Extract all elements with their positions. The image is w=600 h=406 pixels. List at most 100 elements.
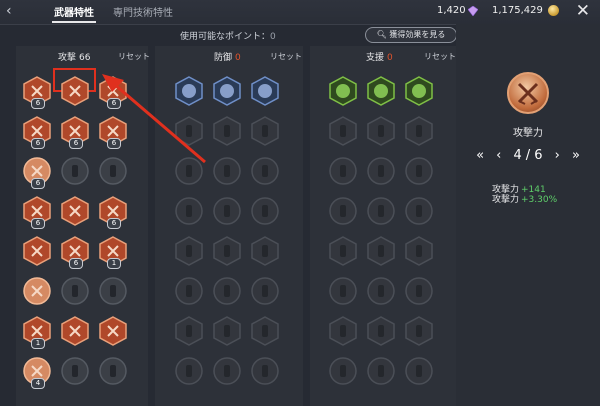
attack-trait-node[interactable]: [22, 276, 52, 306]
attack-trait-node[interactable]: 6: [98, 196, 128, 229]
defense-header-label: 防御: [214, 53, 233, 63]
attack-trait-node[interactable]: [60, 196, 90, 226]
attack-trait-node[interactable]: [98, 156, 128, 186]
attack-trait-node[interactable]: 6: [22, 196, 52, 229]
defense-trait-node-active[interactable]: [212, 76, 242, 106]
support-trait-node-active[interactable]: [404, 76, 434, 106]
attack-trait-node[interactable]: 6: [22, 156, 52, 189]
defense-trait-node-locked[interactable]: [212, 156, 242, 186]
support-trait-node-locked[interactable]: [366, 316, 396, 346]
support-trait-node-locked[interactable]: [366, 116, 396, 146]
page-separator: /: [525, 148, 531, 163]
attack-trait-node[interactable]: [60, 356, 90, 386]
support-points-value: 0: [387, 53, 393, 63]
support-trait-node-locked[interactable]: [328, 196, 358, 226]
support-trait-node-locked[interactable]: [328, 356, 358, 386]
support-trait-node-locked[interactable]: [366, 236, 396, 266]
defense-trait-node-locked[interactable]: [174, 236, 204, 266]
node-level-badge: 6: [69, 258, 83, 269]
coin-count: 1,175,429: [492, 5, 543, 16]
attack-trait-node[interactable]: [60, 316, 90, 346]
defense-trait-node-locked[interactable]: [250, 276, 280, 306]
back-chevron-icon[interactable]: ‹: [6, 3, 22, 19]
page-current: 4: [513, 148, 522, 163]
support-trait-node-locked[interactable]: [328, 156, 358, 186]
attack-trait-node[interactable]: [22, 236, 52, 266]
support-trait-node-locked[interactable]: [366, 276, 396, 306]
attack-trait-node[interactable]: [60, 276, 90, 306]
attack-trait-node[interactable]: 6: [22, 76, 52, 109]
defense-trait-node-locked[interactable]: [174, 276, 204, 306]
support-trait-node-locked[interactable]: [366, 196, 396, 226]
defense-trait-node-locked[interactable]: [212, 116, 242, 146]
defense-trait-node-locked[interactable]: [250, 356, 280, 386]
defense-trait-node-locked[interactable]: [174, 156, 204, 186]
attack-trait-node[interactable]: 6: [98, 76, 128, 109]
defense-trait-node-locked[interactable]: [212, 276, 242, 306]
support-trait-node-locked[interactable]: [366, 156, 396, 186]
defense-trait-node-locked[interactable]: [250, 156, 280, 186]
defense-trait-node-locked[interactable]: [212, 196, 242, 226]
support-trait-node-locked[interactable]: [404, 316, 434, 346]
support-trait-node-locked[interactable]: [404, 116, 434, 146]
defense-reset-button[interactable]: リセット: [270, 51, 302, 62]
support-trait-node-locked[interactable]: [328, 316, 358, 346]
double-chevron-right-icon[interactable]: »: [572, 148, 580, 163]
attack-header-label: 攻撃: [58, 53, 77, 63]
chevron-left-icon[interactable]: ‹: [496, 148, 501, 163]
attack-trait-node[interactable]: 6: [22, 116, 52, 149]
attack-trait-node[interactable]: 6: [60, 236, 90, 269]
top-bar: ‹ 武器特性 専門技術特性 1,420 1,175,429 ✕: [0, 0, 600, 25]
attack-trait-node[interactable]: [60, 156, 90, 186]
tab-expertise-traits[interactable]: 専門技術特性: [113, 4, 173, 19]
defense-trait-node-active[interactable]: [174, 76, 204, 106]
defense-trait-node-locked[interactable]: [250, 196, 280, 226]
attack-trait-node[interactable]: [98, 276, 128, 306]
attack-reset-button[interactable]: リセット: [118, 51, 150, 62]
chevron-right-icon[interactable]: ›: [555, 148, 560, 163]
support-trait-node-active[interactable]: [328, 76, 358, 106]
defense-trait-node-locked[interactable]: [250, 316, 280, 346]
support-trait-node-locked[interactable]: [404, 156, 434, 186]
double-chevron-left-icon[interactable]: «: [476, 148, 484, 163]
attack-trait-node[interactable]: 1: [98, 236, 128, 269]
support-trait-node-locked[interactable]: [404, 196, 434, 226]
view-effects-button[interactable]: 🔍︎ 獲得効果を見る: [365, 27, 457, 43]
defense-trait-node-active[interactable]: [250, 76, 280, 106]
defense-trait-node-locked[interactable]: [212, 316, 242, 346]
defense-trait-node-locked[interactable]: [212, 356, 242, 386]
defense-trait-node-locked[interactable]: [212, 236, 242, 266]
support-trait-node-locked[interactable]: [404, 236, 434, 266]
attack-trait-node[interactable]: [60, 76, 90, 106]
support-trait-node-locked[interactable]: [366, 356, 396, 386]
defense-trait-node-locked[interactable]: [174, 356, 204, 386]
defense-trait-node-locked[interactable]: [250, 236, 280, 266]
attack-points-value: 66: [79, 53, 91, 63]
node-level-badge: 6: [107, 138, 121, 149]
attack-trait-node[interactable]: 6: [98, 116, 128, 149]
support-trait-node-locked[interactable]: [404, 276, 434, 306]
trait-title: 攻撃力: [513, 128, 543, 139]
support-trait-node-locked[interactable]: [328, 116, 358, 146]
attack-header: 攻撃 66: [58, 50, 90, 63]
support-trait-node-locked[interactable]: [328, 276, 358, 306]
support-trait-node-locked[interactable]: [328, 236, 358, 266]
tab-weapon-traits[interactable]: 武器特性: [54, 4, 94, 19]
trait-detail-panel: 攻撃力 « ‹ 4/6 › » 攻撃力 +141 攻撃力 +3.30%: [456, 24, 600, 406]
attack-trait-node[interactable]: 6: [60, 116, 90, 149]
attack-trait-node[interactable]: 1: [22, 316, 52, 349]
defense-trait-node-locked[interactable]: [174, 116, 204, 146]
gem-count: 1,420: [437, 5, 466, 16]
attack-trait-node[interactable]: [98, 316, 128, 346]
support-trait-node-active[interactable]: [366, 76, 396, 106]
support-reset-button[interactable]: リセット: [424, 51, 456, 62]
defense-trait-node-locked[interactable]: [174, 196, 204, 226]
support-header-label: 支援: [366, 53, 385, 63]
support-trait-node-locked[interactable]: [404, 356, 434, 386]
available-points: 使用可能なポイント：0: [180, 29, 276, 42]
defense-trait-node-locked[interactable]: [250, 116, 280, 146]
attack-trait-node[interactable]: 4: [22, 356, 52, 389]
close-icon[interactable]: ✕: [576, 3, 590, 20]
defense-trait-node-locked[interactable]: [174, 316, 204, 346]
attack-trait-node[interactable]: [98, 356, 128, 386]
